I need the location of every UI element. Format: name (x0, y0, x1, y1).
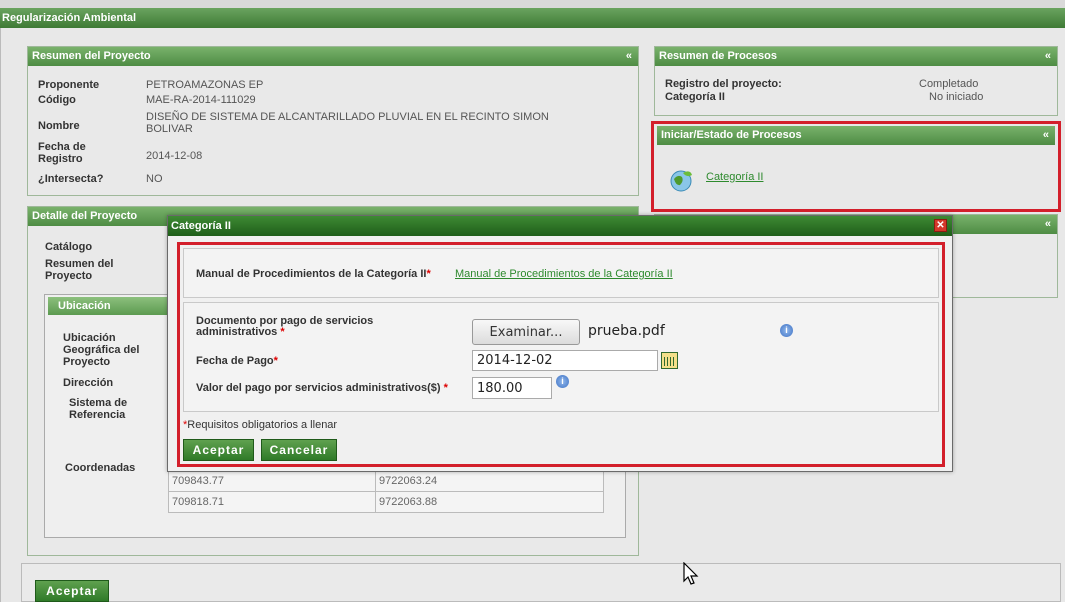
resumen-proyecto-title: Resumen del Proyecto (32, 50, 151, 62)
detalle-proyecto-title: Detalle del Proyecto (32, 210, 138, 222)
app-title-bar: Regularización Ambiental (0, 8, 1065, 28)
resumen-proyecto-panel: Resumen del Proyecto « Proponente PETROA… (27, 46, 639, 196)
manual-label: Manual de Procedimientos de la Categoría… (196, 268, 431, 280)
selected-file-name: prueba.pdf (588, 323, 665, 339)
required-note-text: Requisitos obligatorios a llenar (187, 419, 338, 431)
manual-link[interactable]: Manual de Procedimientos de la Categoría… (455, 268, 673, 280)
coord-y: 9722063.88 (375, 491, 604, 513)
valor-pago-input[interactable] (472, 377, 552, 399)
registro-proyecto-label: Registro del proyecto: (665, 78, 782, 90)
ubicacion-geografica-label: Ubicación Geográfica del Proyecto (63, 332, 140, 368)
manual-section: Manual de Procedimientos de la Categoría… (183, 248, 939, 298)
collapse-icon[interactable]: « (1045, 215, 1051, 234)
collapse-icon[interactable]: « (1043, 126, 1049, 145)
intersecta-label: ¿Intersecta? (38, 173, 104, 185)
resumen-procesos-panel: Resumen de Procesos « Registro del proye… (654, 46, 1058, 116)
catalogo-label: Catálogo (45, 241, 93, 253)
proponente-label: Proponente (38, 79, 100, 91)
ubicacion-tab: Ubicación (48, 297, 168, 315)
coord-x: 709843.77 (168, 470, 376, 492)
resumen-procesos-title: Resumen de Procesos (659, 50, 777, 62)
required-note: *Requisitos obligatorios a llenar (183, 419, 337, 431)
close-icon[interactable]: ✕ (934, 219, 947, 232)
calendar-icon[interactable] (661, 352, 678, 369)
categoria-ii-link[interactable]: Categoría II (706, 171, 763, 183)
dialog-form-highlight: Manual de Procedimientos de la Categoría… (177, 242, 945, 467)
mouse-cursor-icon (683, 561, 701, 586)
coord-x: 709818.71 (168, 491, 376, 513)
direccion-label: Dirección (63, 377, 114, 389)
app-title: Regularización Ambiental (2, 12, 137, 24)
fecha-registro-value: 2014-12-08 (146, 150, 203, 162)
categoria-ii-label: Categoría II (665, 91, 725, 103)
categoria-ii-status: No iniciado (929, 91, 984, 103)
valor-pago-label-text: Valor del pago por servicios administrat… (196, 382, 441, 394)
intersecta-value: NO (146, 173, 163, 185)
fecha-pago-label: Fecha de Pago* (196, 355, 278, 367)
required-asterisk: * (426, 268, 431, 280)
collapse-icon[interactable]: « (1045, 47, 1051, 66)
collapse-icon[interactable]: « (626, 47, 632, 66)
registro-proyecto-status: Completado (919, 78, 979, 90)
fecha-registro-label: Fecha de Registro (38, 141, 86, 165)
browse-button[interactable]: Examinar... (472, 319, 580, 345)
iniciar-procesos-title: Iniciar/Estado de Procesos (661, 129, 802, 141)
proponente-value: PETROAMAZONAS EP (146, 79, 264, 91)
required-asterisk: * (280, 326, 285, 338)
dialog-accept-button[interactable]: Aceptar (183, 439, 254, 461)
manual-label-text: Manual de Procedimientos de la Categoría… (196, 268, 427, 280)
coordenadas-label: Coordenadas (65, 462, 136, 474)
iniciar-procesos-header[interactable]: Iniciar/Estado de Procesos « (657, 126, 1055, 145)
doc-pago-label: Documento por pago de servicios administ… (196, 316, 396, 338)
payment-section: Documento por pago de servicios administ… (183, 302, 939, 412)
codigo-label: Código (38, 94, 76, 106)
codigo-value: MAE-RA-2014-111029 (146, 94, 256, 106)
required-asterisk: * (443, 382, 448, 394)
nombre-value: DISEÑO DE SISTEMA DE ALCANTARILLADO PLUV… (146, 111, 549, 135)
required-asterisk: * (273, 355, 278, 367)
resumen-proyecto-header[interactable]: Resumen del Proyecto « (28, 47, 638, 66)
valor-pago-label: Valor del pago por servicios administrat… (196, 382, 448, 394)
coordinates-table: 709843.77 9722063.24 709818.71 9722063.8… (168, 470, 604, 513)
resumen-proyecto-label: Resumen del Proyecto (45, 258, 114, 282)
dialog-title: Categoría II (171, 220, 231, 232)
dialog-titlebar[interactable]: Categoría II (168, 216, 952, 236)
resumen-procesos-header[interactable]: Resumen de Procesos « (655, 47, 1057, 66)
footer-accept-button[interactable]: Aceptar (35, 580, 109, 602)
info-icon[interactable]: i (556, 375, 569, 388)
categoria-ii-dialog: Categoría II ✕ Manual de Procedimientos … (167, 215, 953, 472)
globe-leaf-icon[interactable] (668, 167, 694, 193)
coord-y: 9722063.24 (375, 470, 604, 492)
sistema-referencia-label: Sistema de Referencia (69, 397, 128, 421)
nombre-label: Nombre (38, 120, 80, 132)
fecha-pago-input[interactable] (472, 350, 658, 371)
fecha-pago-label-text: Fecha de Pago (196, 355, 274, 367)
dialog-cancel-button[interactable]: Cancelar (261, 439, 337, 461)
table-row: 709818.71 9722063.88 (168, 491, 604, 513)
footer-bar (21, 563, 1061, 602)
iniciar-procesos-highlight: Iniciar/Estado de Procesos « Categoría I… (651, 121, 1061, 212)
table-row: 709843.77 9722063.24 (168, 470, 604, 492)
ubicacion-title: Ubicación (58, 300, 111, 312)
info-icon[interactable]: i (780, 324, 793, 337)
